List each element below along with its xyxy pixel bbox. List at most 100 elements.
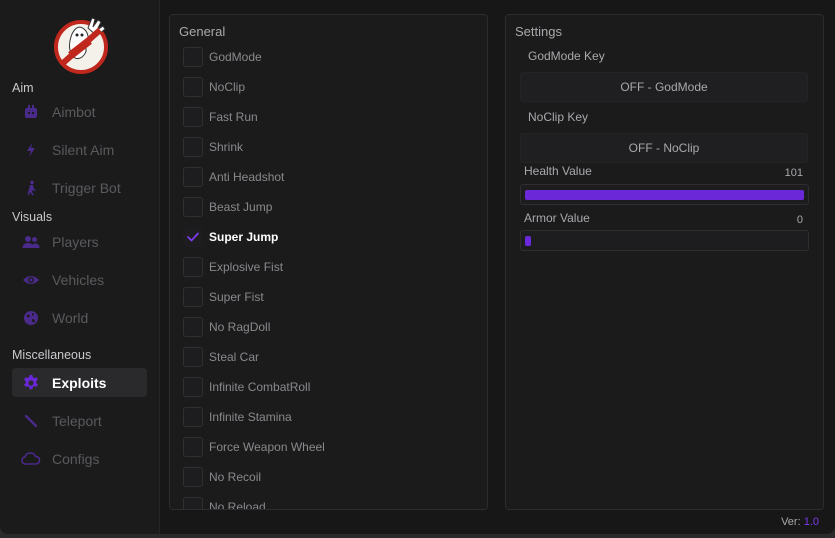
sidebar-item-world[interactable]: World <box>12 303 147 332</box>
noclip-keybind-button[interactable]: OFF - NoClip <box>520 133 808 163</box>
checkbox[interactable] <box>183 107 203 127</box>
armor-slider-fill <box>525 236 531 246</box>
option-infinite-stamina[interactable]: Infinite Stamina <box>183 406 292 428</box>
option-label: Super Jump <box>209 230 279 244</box>
armor-value-label: Armor Value <box>524 211 590 225</box>
sidebar-item-label: Silent Aim <box>52 141 115 158</box>
checkbox[interactable] <box>183 317 203 337</box>
sidebar-item-label: World <box>52 309 89 326</box>
option-anti-headshot[interactable]: Anti Headshot <box>183 166 284 188</box>
sidebar-section-miscellaneous: Miscellaneous <box>12 348 92 362</box>
general-panel: General GodMode NoClip Fast Run Shrink Anti … <box>169 14 488 510</box>
version-number: 1.0 <box>803 516 819 528</box>
option-beast-jump[interactable]: Beast Jump <box>183 196 272 218</box>
option-explosive-fist[interactable]: Explosive Fist <box>183 256 283 278</box>
gear-icon <box>21 373 41 393</box>
checkbox[interactable] <box>183 227 203 247</box>
option-steal-car[interactable]: Steal Car <box>183 346 259 368</box>
eye-icon <box>21 270 41 290</box>
checkbox[interactable] <box>183 497 203 509</box>
godmode-keybind-button[interactable]: OFF - GodMode <box>520 72 808 102</box>
checkbox[interactable] <box>183 467 203 487</box>
globe-icon <box>21 308 41 328</box>
health-slider[interactable] <box>520 184 809 205</box>
checkbox[interactable] <box>183 167 203 187</box>
checkbox[interactable] <box>183 407 203 427</box>
sidebar-item-label: Aimbot <box>52 103 96 120</box>
app-window: Aim Aimbot Silent Aim Trigger Bot Visuals Pla… <box>0 0 835 534</box>
option-label: No RagDoll <box>209 320 271 334</box>
option-super-fist[interactable]: Super Fist <box>183 286 264 308</box>
option-label: Infinite Stamina <box>209 410 292 424</box>
sidebar-item-label: Exploits <box>52 374 107 391</box>
users-icon <box>21 232 41 252</box>
settings-panel-title: Settings <box>515 24 562 39</box>
lightning-icon <box>21 140 41 160</box>
armor-slider[interactable] <box>520 230 809 251</box>
option-label: GodMode <box>209 50 262 64</box>
sidebar-item-label: Players <box>52 233 99 250</box>
sidebar-item-label: Teleport <box>52 412 102 429</box>
cloud-icon <box>21 449 41 469</box>
sidebar-item-label: Configs <box>52 450 100 467</box>
option-no-recoil[interactable]: No Recoil <box>183 466 261 488</box>
checkbox[interactable] <box>183 437 203 457</box>
option-label: Anti Headshot <box>209 170 285 184</box>
health-slider-fill <box>525 190 804 200</box>
sidebar-section-aim: Aim <box>12 81 34 95</box>
version-label: Ver: 1.0 <box>781 516 819 528</box>
option-noclip[interactable]: NoClip <box>183 76 245 98</box>
option-label: Force Weapon Wheel <box>209 440 325 454</box>
sidebar-item-players[interactable]: Players <box>12 227 147 256</box>
checkbox[interactable] <box>183 77 203 97</box>
sidebar-item-trigger-bot[interactable]: Trigger Bot <box>12 173 147 202</box>
sidebar-item-label: Trigger Bot <box>52 179 121 196</box>
checkbox[interactable] <box>183 347 203 367</box>
checkbox[interactable] <box>183 257 203 277</box>
checkbox[interactable] <box>183 197 203 217</box>
armor-value-readout: 0 <box>796 214 803 226</box>
sidebar-item-label: Vehicles <box>52 271 105 288</box>
sidebar-item-aimbot[interactable]: Aimbot <box>12 97 147 126</box>
option-no-ragdoll[interactable]: No RagDoll <box>183 316 270 338</box>
checkmark-icon <box>186 230 200 244</box>
option-label: Shrink <box>209 140 244 154</box>
option-label: Super Fist <box>209 290 264 304</box>
sidebar-item-exploits[interactable]: Exploits <box>12 368 147 397</box>
option-label: No Recoil <box>209 470 262 484</box>
settings-panel: Settings GodMode Key OFF - GodMode NoCli… <box>505 14 824 510</box>
option-godmode[interactable]: GodMode <box>183 46 262 68</box>
robot-icon <box>21 102 41 122</box>
sidebar-item-configs[interactable]: Configs <box>12 444 147 473</box>
option-label: Explosive Fist <box>209 260 284 274</box>
option-infinite-combatroll[interactable]: Infinite CombatRoll <box>183 376 310 398</box>
checkbox[interactable] <box>183 377 203 397</box>
godmode-key-label: GodMode Key <box>528 49 605 63</box>
option-super-jump[interactable]: Super Jump <box>183 226 278 248</box>
option-label: Infinite CombatRoll <box>209 380 311 394</box>
sidebar-item-vehicles[interactable]: Vehicles <box>12 265 147 294</box>
checkbox[interactable] <box>183 47 203 67</box>
general-panel-title: General <box>179 24 226 39</box>
running-person-icon <box>21 178 41 198</box>
wand-icon <box>21 411 41 431</box>
checkbox[interactable] <box>183 287 203 307</box>
version-prefix: Ver: <box>781 516 801 528</box>
option-fast-run[interactable]: Fast Run <box>183 106 258 128</box>
checkbox[interactable] <box>183 137 203 157</box>
ghostbusters-logo <box>54 17 108 74</box>
option-label: Beast Jump <box>209 200 273 214</box>
option-label: Steal Car <box>209 350 260 364</box>
sidebar-section-visuals: Visuals <box>12 210 53 224</box>
sidebar-item-silent-aim[interactable]: Silent Aim <box>12 135 147 164</box>
option-label: No Reload <box>209 500 266 510</box>
option-shrink[interactable]: Shrink <box>183 136 243 158</box>
sidebar-item-teleport[interactable]: Teleport <box>12 406 147 435</box>
option-label: Fast Run <box>209 110 258 124</box>
option-no-reload[interactable]: No Reload <box>183 496 266 510</box>
option-force-weapon-wheel[interactable]: Force Weapon Wheel <box>183 436 325 458</box>
health-value-readout: 101 <box>784 167 803 179</box>
health-value-label: Health Value <box>524 164 592 178</box>
noclip-key-label: NoClip Key <box>528 110 589 124</box>
option-label: NoClip <box>209 80 246 94</box>
